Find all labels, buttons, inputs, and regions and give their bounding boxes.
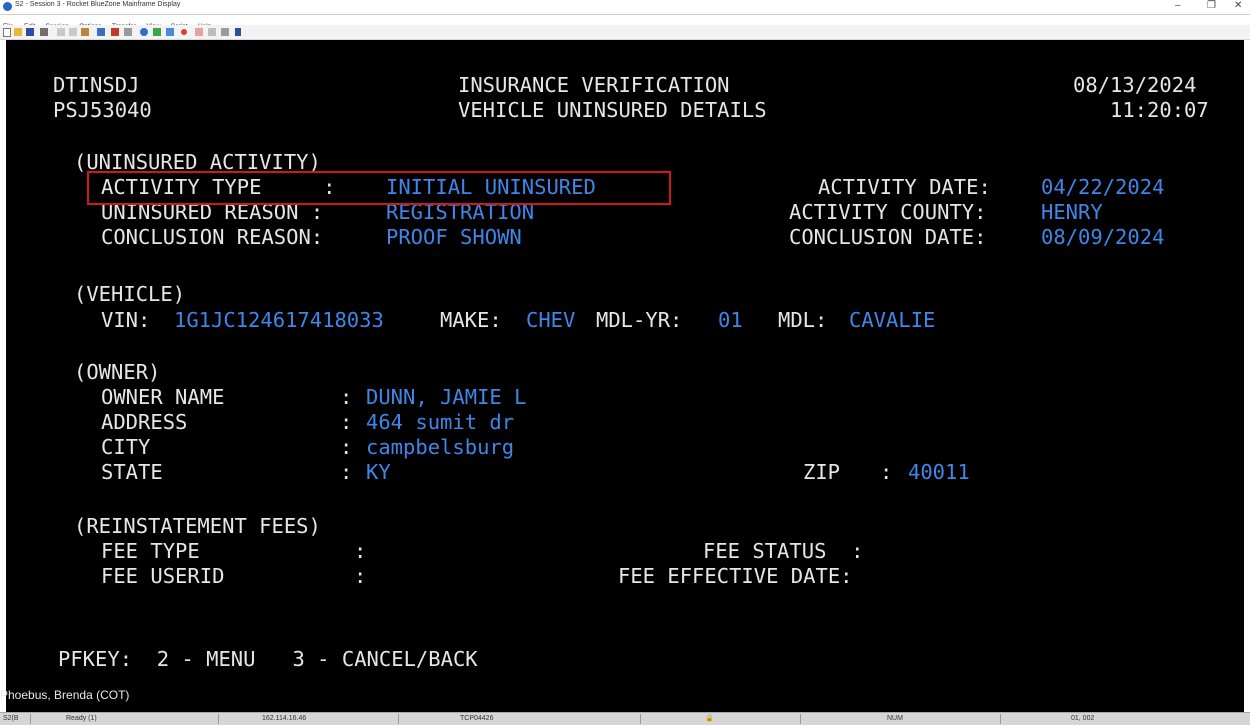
state-colon: :: [340, 460, 353, 484]
connect-icon[interactable]: [140, 28, 148, 36]
macro-icon[interactable]: [166, 28, 174, 36]
screen-date: 08/13/2024: [1073, 73, 1197, 97]
screen-time: 11:20:07: [1110, 98, 1209, 122]
ip-address: 162.114.16.46: [262, 715, 307, 722]
owner-name-field[interactable]: DUNN, JAMIE L: [366, 385, 526, 409]
mdl-yr-field[interactable]: 01: [718, 308, 743, 332]
make-label: MAKE:: [440, 308, 502, 332]
fee-userid-colon: :: [354, 564, 367, 588]
lock-icon: 🔒: [705, 715, 714, 722]
vin-label: VIN:: [101, 308, 151, 332]
conclusion-reason-field[interactable]: PROOF SHOWN: [386, 225, 522, 249]
properties-icon[interactable]: [97, 28, 105, 36]
activity-county-field[interactable]: HENRY: [1041, 200, 1103, 224]
section-vehicle: (VEHICLE): [74, 282, 186, 306]
fee-type-colon: :: [354, 539, 367, 563]
font-icon[interactable]: [111, 28, 119, 36]
copy-icon[interactable]: [69, 28, 77, 36]
fee-effective-date-label: FEE EFFECTIVE DATE:: [618, 564, 853, 588]
zip-field[interactable]: 40011: [908, 460, 970, 484]
terminal-screen[interactable]: DTINSDJ PSJ53040 INSURANCE VERIFICATION …: [6, 40, 1244, 712]
transfer-icon[interactable]: [153, 28, 161, 36]
address-field[interactable]: 464 sumit dr: [366, 410, 514, 434]
owner-name-colon: :: [340, 385, 353, 409]
pause-icon[interactable]: [208, 28, 216, 36]
conclusion-date-label: CONCLUSION DATE:: [789, 225, 987, 249]
address-label: ADDRESS: [101, 410, 188, 434]
fee-type-label: FEE TYPE: [101, 539, 200, 563]
bluezone-app-icon[interactable]: [3, 2, 12, 11]
section-owner: (OWNER): [74, 360, 161, 384]
screen-id: PSJ53040: [53, 98, 152, 122]
pfkey-line: PFKEY: 2 - MENU 3 - CANCEL/BACK: [58, 647, 478, 671]
mdl-label: MDL:: [778, 308, 828, 332]
address-colon: :: [340, 410, 353, 434]
fee-userid-label: FEE USERID: [101, 564, 225, 588]
status-divider: [218, 714, 219, 724]
save-icon[interactable]: [26, 28, 34, 36]
fee-status-label: FEE STATUS :: [703, 539, 864, 563]
activity-date-label: ACTIVITY DATE:: [818, 175, 991, 199]
zip-colon: :: [880, 460, 893, 484]
status-divider: [30, 714, 31, 724]
screen-title: INSURANCE VERIFICATION: [458, 73, 730, 97]
paste-icon[interactable]: [81, 28, 89, 36]
city-field[interactable]: campbelsburg: [366, 435, 514, 459]
section-reinstatement-fees: (REINSTATEMENT FEES): [74, 514, 321, 538]
state-label: STATE: [101, 460, 163, 484]
user-name-label: Phoebus, Brenda (COT): [0, 688, 130, 702]
status-divider: [800, 714, 801, 724]
status-divider: [640, 714, 641, 724]
session-indicator: S2(B: [3, 715, 19, 722]
state-field[interactable]: KY: [366, 460, 391, 484]
window-titlebar: S2 - Session 3 - Rocket BlueZone Mainfra…: [0, 0, 1250, 15]
city-colon: :: [340, 435, 353, 459]
owner-name-label: OWNER NAME: [101, 385, 225, 409]
record-icon[interactable]: [181, 29, 187, 35]
vin-field[interactable]: 1G1JC124617418033: [174, 308, 384, 332]
city-label: CITY: [101, 435, 151, 459]
activity-date-field[interactable]: 04/22/2024: [1041, 175, 1164, 199]
cursor-position: 01, 002: [1071, 715, 1095, 722]
menu-bar: File Edit Session Options Transfer View …: [0, 15, 1250, 30]
make-field[interactable]: CHEV: [526, 308, 575, 332]
print-icon[interactable]: [40, 28, 48, 36]
mdl-field[interactable]: CAVALIE: [849, 308, 935, 332]
play-icon[interactable]: [221, 28, 229, 36]
program-id: DTINSDJ: [53, 73, 140, 97]
mdl-yr-label: MDL-YR:: [596, 308, 683, 332]
new-icon[interactable]: [3, 28, 11, 37]
open-folder-icon[interactable]: [14, 28, 22, 36]
screen-icon[interactable]: [124, 28, 132, 36]
conclusion-date-field[interactable]: 08/09/2024: [1041, 225, 1164, 249]
host-name: TCP04426: [460, 715, 494, 722]
zip-label: ZIP: [803, 460, 841, 484]
status-bar: S2(B Ready (1) 162.114.16.46 TCP04426 🔒 …: [0, 712, 1250, 725]
window-title: S2 - Session 3 - Rocket BlueZone Mainfra…: [15, 1, 181, 8]
ready-status: Ready (1): [66, 715, 97, 722]
script-icon[interactable]: [235, 28, 241, 36]
cut-icon[interactable]: [57, 28, 65, 36]
screen-subtitle: VEHICLE UNINSURED DETAILS: [458, 98, 767, 122]
status-divider: [398, 714, 399, 724]
restore-icon[interactable]: ❐: [1207, 0, 1216, 12]
status-divider: [1000, 714, 1001, 724]
toolbar: [0, 25, 1250, 40]
num-lock-indicator: NUM: [887, 715, 903, 722]
activity-county-label: ACTIVITY COUNTY:: [789, 200, 987, 224]
conclusion-reason-label: CONCLUSION REASON:: [101, 225, 324, 249]
minimize-icon[interactable]: –: [1175, 0, 1181, 12]
highlight-box: [87, 171, 671, 205]
close-icon[interactable]: ✕: [1234, 0, 1242, 12]
stop-icon[interactable]: [195, 28, 203, 36]
